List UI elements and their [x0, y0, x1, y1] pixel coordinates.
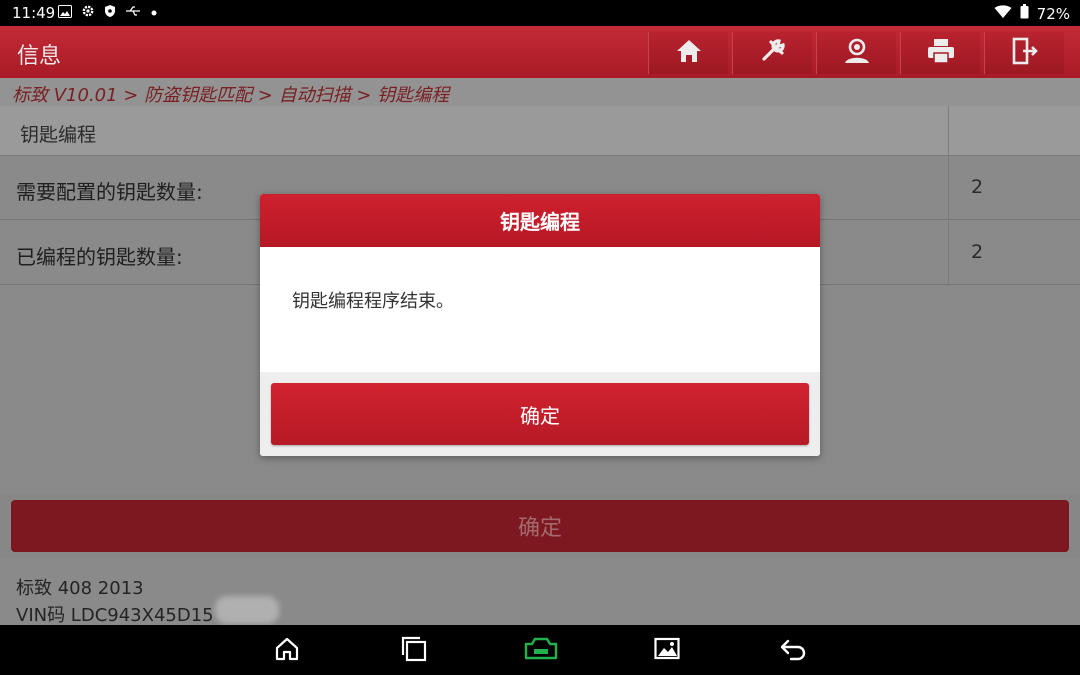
person-icon — [842, 37, 872, 69]
nav-home-button[interactable] — [273, 637, 301, 665]
home-outline-icon — [274, 636, 300, 666]
status-bar: 11:49 72% — [0, 0, 1080, 26]
wifi-icon — [994, 4, 1012, 23]
nav-gallery-button[interactable] — [653, 637, 681, 665]
dialog-message: 钥匙编程程序结束。 — [292, 291, 454, 312]
home-icon — [675, 38, 703, 68]
dialog-ok-button[interactable]: 确定 — [271, 383, 809, 445]
nav-back-button[interactable] — [779, 637, 807, 665]
key-programming-dialog: 钥匙编程 钥匙编程程序结束。 确定 — [260, 194, 820, 456]
row-label: 需要配置的钥匙数量: — [16, 180, 203, 204]
profile-button[interactable] — [816, 32, 896, 74]
usb-icon — [125, 5, 141, 21]
vci-icon — [523, 636, 559, 666]
table-header: 钥匙编程 — [0, 106, 1080, 156]
print-button[interactable] — [900, 32, 980, 74]
nav-vci-button[interactable] — [522, 637, 560, 665]
status-time: 11:49 — [12, 4, 56, 22]
dialog-footer: 确定 — [260, 372, 820, 456]
confirm-button[interactable]: 确定 — [11, 500, 1069, 552]
gallery-icon — [654, 637, 680, 665]
row-value: 2 — [948, 221, 1080, 285]
shield-icon — [104, 4, 116, 22]
print-icon — [927, 38, 955, 68]
back-icon — [779, 637, 807, 665]
nav-bar — [0, 625, 1080, 675]
row-label: 已编程的钥匙数量: — [16, 245, 183, 269]
home-button[interactable] — [648, 32, 728, 74]
nav-recents-button[interactable] — [400, 636, 428, 666]
vehicle-model: 标致 408 2013 — [16, 578, 144, 599]
dialog-title: 钥匙编程 — [260, 194, 820, 247]
breadcrumb: 标致 V10.01 > 防盗钥匙匹配 > 自动扫描 > 钥匙编程 — [0, 78, 1080, 106]
exit-button[interactable] — [984, 32, 1064, 74]
image-icon — [58, 4, 72, 22]
vehicle-info: 标致 408 2013 VIN码 LDC943X45D15 — [0, 558, 1080, 626]
row-value: 2 — [948, 156, 1080, 220]
recents-icon — [401, 636, 427, 666]
app-header: 信息 — [0, 26, 1080, 78]
tools-button[interactable] — [732, 32, 812, 74]
bottom-bar: 确定 — [0, 494, 1080, 558]
column-divider — [948, 106, 949, 156]
vin-redaction — [215, 596, 279, 624]
battery-icon — [1020, 4, 1029, 23]
tools-icon — [759, 37, 787, 69]
dot-icon — [150, 6, 158, 21]
vehicle-vin: VIN码 LDC943X45D15 — [16, 605, 214, 626]
status-right: 72% — [994, 4, 1070, 23]
table-header-label: 钥匙编程 — [20, 124, 97, 146]
gear-icon — [81, 4, 95, 22]
page-title: 信息 — [17, 44, 62, 69]
exit-icon — [1011, 37, 1039, 69]
status-icons — [58, 4, 158, 22]
battery-percent: 72% — [1036, 4, 1070, 23]
